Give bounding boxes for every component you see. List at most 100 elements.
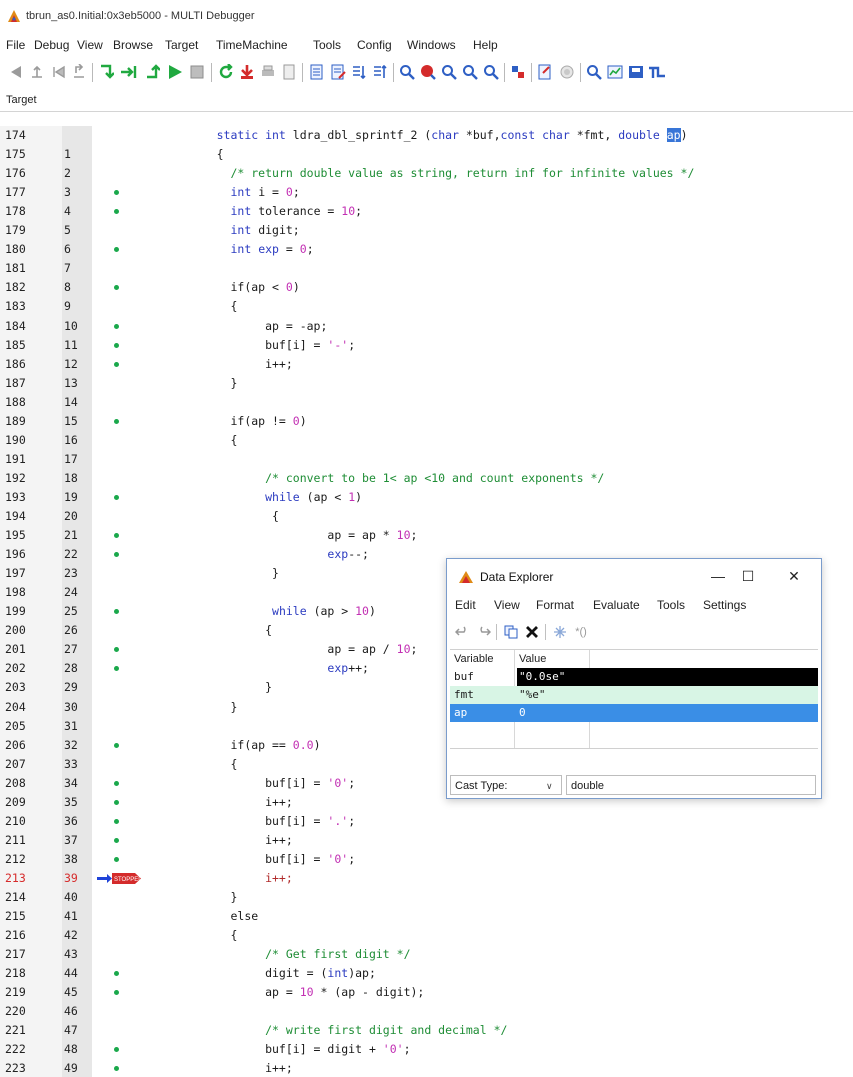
variable-value[interactable]: "0.0se": [517, 668, 590, 686]
code-line-row[interactable]: 186 12 i++;: [0, 355, 853, 374]
menu-tools[interactable]: Tools: [313, 38, 341, 52]
data-explorer-window[interactable]: Data Explorer — ☐ ✕ Edit View Format Eva…: [446, 558, 822, 799]
maximize-icon[interactable]: ☐: [734, 565, 762, 587]
notes-icon[interactable]: [535, 61, 555, 83]
code-line-row[interactable]: 214 40 }: [0, 888, 853, 907]
zoom-icon[interactable]: [439, 61, 459, 83]
find-icon[interactable]: [397, 61, 417, 83]
save-icon[interactable]: [626, 61, 646, 83]
step-into-icon[interactable]: [96, 61, 116, 83]
cast-type-input[interactable]: double: [566, 775, 816, 795]
code-line-row[interactable]: 184 10 ap = -ap;: [0, 317, 853, 336]
record-icon[interactable]: [557, 61, 577, 83]
column-header-variable[interactable]: Variable: [454, 650, 494, 668]
cast-type-dropdown[interactable]: Cast Type: ∨: [450, 775, 562, 795]
de-menu-evaluate[interactable]: Evaluate: [593, 598, 640, 612]
breakpoints-icon[interactable]: [307, 61, 327, 83]
trace-icon[interactable]: [647, 61, 667, 83]
menu-config[interactable]: Config: [357, 38, 392, 52]
code-line-row[interactable]: 219 45 ap = 10 * (ap - digit);: [0, 983, 853, 1002]
code-line-row[interactable]: 179 5 int digit;: [0, 221, 853, 240]
menu-debug[interactable]: Debug: [34, 38, 69, 52]
code-line-row[interactable]: 216 42 {: [0, 926, 853, 945]
copy-icon[interactable]: [501, 622, 521, 642]
code-line-row[interactable]: 180 6 int exp = 0;: [0, 240, 853, 259]
code-line-row[interactable]: 223 49 i++;: [0, 1059, 853, 1077]
run-icon[interactable]: [165, 61, 185, 83]
step-back-icon[interactable]: [48, 61, 68, 83]
code-line-row[interactable]: 212 38 buf[i] = '0';: [0, 850, 853, 869]
code-line-row[interactable]: 191 17: [0, 450, 853, 469]
menu-help[interactable]: Help: [473, 38, 498, 52]
code-line-row[interactable]: 182 8 if(ap < 0): [0, 278, 853, 297]
chart-icon[interactable]: [605, 61, 625, 83]
freeze-icon[interactable]: [550, 622, 570, 642]
menu-target[interactable]: Target: [165, 38, 198, 52]
code-line-row[interactable]: 188 14: [0, 393, 853, 412]
stop-icon[interactable]: [187, 61, 207, 83]
code-line-row[interactable]: 187 13 }: [0, 374, 853, 393]
code-line-row[interactable]: 175 1 {: [0, 145, 853, 164]
de-menu-settings[interactable]: Settings: [703, 598, 746, 612]
back-arrow-icon[interactable]: [6, 61, 26, 83]
registers-icon[interactable]: [349, 61, 369, 83]
step-up-icon[interactable]: [69, 61, 89, 83]
de-menu-view[interactable]: View: [494, 598, 520, 612]
column-header-value[interactable]: Value: [519, 650, 546, 668]
code-line-row[interactable]: 211 37 i++;: [0, 831, 853, 850]
menu-browse[interactable]: Browse: [113, 38, 153, 52]
code-line-row[interactable]: 210 36 buf[i] = '.';: [0, 812, 853, 831]
code-line-row[interactable]: 190 16 {: [0, 431, 853, 450]
variable-row-ap[interactable]: ap 0: [450, 704, 818, 722]
connect-icon[interactable]: [508, 61, 528, 83]
code-line-row[interactable]: 194 20 {: [0, 507, 853, 526]
current-line-row[interactable]: 213 39 STOPPED i++;: [0, 869, 853, 888]
code-line-row[interactable]: 218 44 digit = (int)ap;: [0, 964, 853, 983]
code-line-row[interactable]: 177 3 int i = 0;: [0, 183, 853, 202]
restart-icon[interactable]: [216, 61, 236, 83]
menu-view[interactable]: View: [77, 38, 103, 52]
stop-search-icon[interactable]: [418, 61, 438, 83]
code-line-row[interactable]: 174 static int ldra_dbl_sprintf_2 (char …: [0, 126, 853, 145]
step-over-icon[interactable]: [119, 61, 139, 83]
code-line-row[interactable]: 221 47 /* write first digit and decimal *…: [0, 1021, 853, 1040]
code-line-row[interactable]: 217 43 /* Get first digit */: [0, 945, 853, 964]
menu-windows[interactable]: Windows: [407, 38, 456, 52]
code-line-row[interactable]: 189 15 if(ap != 0): [0, 412, 853, 431]
code-line-row[interactable]: 183 9 {: [0, 297, 853, 316]
minimize-icon[interactable]: —: [704, 565, 732, 587]
zoom-alt-icon[interactable]: [460, 61, 480, 83]
code-line-row[interactable]: 220 46: [0, 1002, 853, 1021]
zoom-in-icon[interactable]: [481, 61, 501, 83]
code-line-row[interactable]: 195 21 ap = ap * 10;: [0, 526, 853, 545]
redo-icon[interactable]: [474, 622, 494, 642]
code-line-row[interactable]: 222 48 buf[i] = digit + '0';: [0, 1040, 853, 1059]
de-menu-edit[interactable]: Edit: [455, 598, 476, 612]
variable-value[interactable]: "%e": [517, 686, 590, 704]
variable-row-fmt[interactable]: fmt "%e": [450, 686, 818, 704]
menu-timemachine[interactable]: TimeMachine: [216, 38, 288, 52]
document-icon[interactable]: [279, 61, 299, 83]
download-icon[interactable]: [237, 61, 257, 83]
code-line-row[interactable]: 176 2 /* return double value as string, r…: [0, 164, 853, 183]
memory-icon[interactable]: [370, 61, 390, 83]
menu-file[interactable]: File: [6, 38, 25, 52]
code-line-row[interactable]: 178 4 int tolerance = 10;: [0, 202, 853, 221]
undo-icon[interactable]: [452, 622, 472, 642]
de-menu-format[interactable]: Format: [536, 598, 574, 612]
return-icon[interactable]: [27, 61, 47, 83]
code-line-row[interactable]: 193 19 while (ap < 1): [0, 488, 853, 507]
code-line-row[interactable]: 192 18 /* convert to be 1< ap <10 and cou…: [0, 469, 853, 488]
code-line-row[interactable]: 185 11 buf[i] = '-';: [0, 336, 853, 355]
step-out-icon[interactable]: [142, 61, 162, 83]
edit-file-icon[interactable]: [328, 61, 348, 83]
search-icon[interactable]: [584, 61, 604, 83]
de-menu-tools[interactable]: Tools: [657, 598, 685, 612]
dereference-icon[interactable]: *(): [569, 622, 593, 642]
delete-icon[interactable]: [522, 622, 542, 642]
code-line-row[interactable]: 181 7: [0, 259, 853, 278]
close-icon[interactable]: ✕: [780, 565, 808, 587]
print-icon[interactable]: [258, 61, 278, 83]
variable-row-buf[interactable]: buf "0.0se": [450, 668, 818, 686]
variable-value[interactable]: 0: [517, 704, 590, 722]
